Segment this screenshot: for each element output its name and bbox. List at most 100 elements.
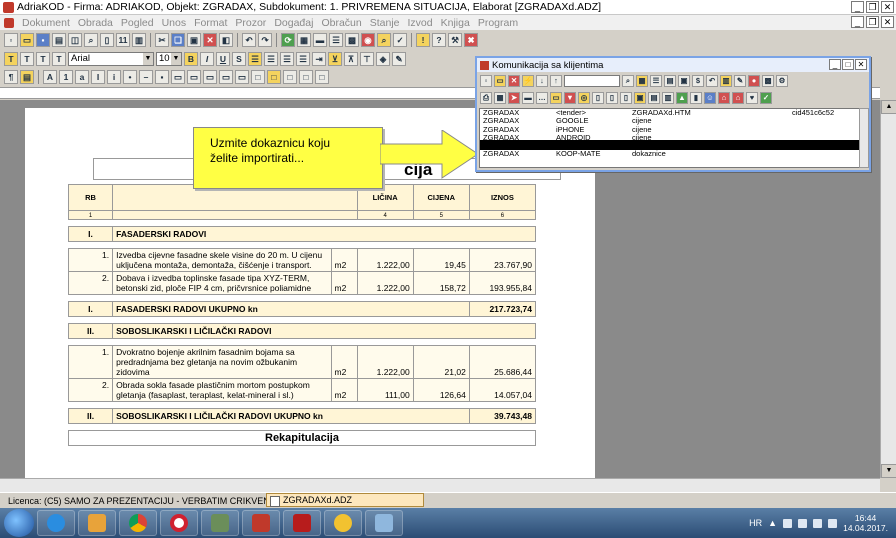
grid-icon[interactable]: ▦: [494, 91, 506, 104]
save-icon[interactable]: ▪: [36, 33, 50, 47]
table-row[interactable]: 2. Obrada sokla fasade plastičnim mortom…: [67, 378, 537, 402]
justify-icon[interactable]: ☰: [296, 52, 310, 66]
acrobat-task[interactable]: [283, 510, 321, 536]
grid-view-icon[interactable]: ▦: [636, 74, 648, 87]
panel-maximize-button[interactable]: □: [842, 59, 854, 70]
bullet-2-icon[interactable]: –: [139, 70, 153, 84]
bullet-3-icon[interactable]: ▪: [155, 70, 169, 84]
block-2-icon[interactable]: ▭: [187, 70, 201, 84]
font-name-select[interactable]: Arial ▼: [68, 52, 154, 66]
menu-knjiga[interactable]: Knjiga: [437, 17, 474, 29]
start-button[interactable]: [4, 509, 34, 537]
page-view-icon[interactable]: ▯: [100, 33, 114, 47]
speaker-icon[interactable]: [828, 518, 838, 528]
export-icon[interactable]: ▣: [678, 74, 690, 87]
scroll-down-icon[interactable]: ▼: [881, 464, 896, 478]
flag-icon[interactable]: [798, 518, 808, 528]
font-size-select[interactable]: 10 ▼: [156, 52, 182, 66]
sort-asc-icon[interactable]: ↓: [536, 74, 548, 87]
lightning-icon[interactable]: ⚡: [522, 74, 534, 87]
ie-task[interactable]: [37, 510, 75, 536]
record-icon[interactable]: ●: [748, 74, 760, 87]
horizontal-scrollbar[interactable]: [0, 478, 880, 492]
columns-icon[interactable]: ▥: [132, 33, 146, 47]
menu-izvod[interactable]: Izvod: [404, 17, 437, 29]
send-icon[interactable]: ➤: [508, 91, 520, 104]
indent-icon[interactable]: ⇥: [312, 52, 326, 66]
menu-dokument[interactable]: Dokument: [18, 17, 74, 29]
package-icon[interactable]: ▣: [634, 91, 646, 104]
menu-dogadaj[interactable]: Događaj: [270, 17, 317, 29]
opera-task[interactable]: [160, 510, 198, 536]
valign-middle-icon[interactable]: ⊼: [344, 52, 358, 66]
document-tab[interactable]: ZGRADAXd.ADZ: [266, 493, 424, 507]
list-item[interactable]: ZGRADAX <tender> ZGRADAXd.HTM cid451c6c5…: [480, 109, 860, 117]
table-icon[interactable]: ▦: [297, 33, 311, 47]
menu-prozor[interactable]: Prozor: [231, 17, 270, 29]
chrome-task[interactable]: [119, 510, 157, 536]
doc-close-button[interactable]: ✕: [881, 16, 894, 28]
redo-icon[interactable]: ↷: [258, 33, 272, 47]
align-right-icon[interactable]: ☰: [280, 52, 294, 66]
tray-arrow-icon[interactable]: ▲: [768, 518, 777, 528]
style-t4-button[interactable]: T: [52, 52, 66, 66]
tools-icon[interactable]: ⚒: [448, 33, 462, 47]
filter-icon[interactable]: ▼: [564, 91, 576, 104]
list-view-icon[interactable]: ☰: [650, 74, 662, 87]
exit-icon[interactable]: ✖: [464, 33, 478, 47]
building-icon[interactable]: ▮: [690, 91, 702, 104]
check-icon[interactable]: ✓: [760, 91, 772, 104]
table-row[interactable]: 2. Dobava i izvedba toplinske fasade tip…: [67, 271, 537, 295]
bold-button[interactable]: B: [184, 52, 198, 66]
border-2-icon[interactable]: □: [267, 70, 281, 84]
table-icon[interactable]: ▥: [720, 74, 732, 87]
binoculars-icon[interactable]: ⌕: [622, 74, 634, 87]
valign-bottom-icon[interactable]: ⊻: [328, 52, 342, 66]
menu-obrada[interactable]: Obrada: [74, 17, 117, 29]
list-item[interactable]: ZGRADAX GOOGLE cijene: [480, 116, 860, 125]
stats-icon[interactable]: ▥: [662, 91, 674, 104]
fill-color-icon[interactable]: ◈: [376, 52, 390, 66]
sort-desc-icon[interactable]: ↑: [550, 74, 562, 87]
settings-task[interactable]: [324, 510, 362, 536]
new-document-icon[interactable]: ▫: [4, 33, 18, 47]
restore-button[interactable]: ❐: [866, 1, 879, 13]
print-icon[interactable]: ▤: [664, 74, 676, 87]
open-folder-icon[interactable]: ▭: [20, 33, 34, 47]
house-icon[interactable]: ⌂: [718, 91, 730, 104]
house-2-icon[interactable]: ⌂: [732, 91, 744, 104]
table-row[interactable]: 1. Izvedba cijevne fasadne skele visine …: [67, 248, 537, 272]
list-item[interactable]: ZGRADAX iPHONE cijene: [480, 125, 860, 134]
selected-row-bar[interactable]: [480, 139, 860, 150]
media-task[interactable]: [78, 510, 116, 536]
section-total-row[interactable]: II. SOBOSLIKARSKI I LIČILAČKI RADOVI UKU…: [67, 408, 537, 424]
panel-title-bar[interactable]: Komunikacija sa klijentima _ □ ✕: [477, 58, 869, 72]
insert-row-icon[interactable]: ▬: [313, 33, 327, 47]
block-3-icon[interactable]: ▭: [203, 70, 217, 84]
list-style-1-icon[interactable]: 1: [59, 70, 73, 84]
import-icon[interactable]: ⎙: [480, 91, 492, 104]
menu-obracun[interactable]: Obračun: [317, 17, 365, 29]
bullet-icon[interactable]: •: [123, 70, 137, 84]
vertical-scrollbar[interactable]: ▲ ▼: [880, 100, 896, 478]
align-center-icon[interactable]: ☰: [264, 52, 278, 66]
help-icon[interactable]: ?: [432, 33, 446, 47]
menu-pogled[interactable]: Pogled: [117, 17, 158, 29]
calendar-icon[interactable]: ▩: [762, 74, 774, 87]
gear-icon[interactable]: ⚙: [776, 74, 788, 87]
calculator-icon[interactable]: ▤: [648, 91, 660, 104]
heart-icon[interactable]: ♥: [746, 91, 758, 104]
panel-close-button[interactable]: ✕: [855, 59, 867, 70]
menu-format[interactable]: Format: [190, 17, 231, 29]
list-style-i-icon[interactable]: i: [107, 70, 121, 84]
doc-3-icon[interactable]: ▯: [620, 91, 632, 104]
border-4-icon[interactable]: □: [299, 70, 313, 84]
zoom-icon[interactable]: ⌕: [84, 33, 98, 47]
numbering-icon[interactable]: ▤: [20, 70, 34, 84]
language-indicator[interactable]: HR: [749, 518, 762, 528]
underline-button[interactable]: U: [216, 52, 230, 66]
panel-search-input[interactable]: [564, 74, 620, 87]
section-total-row[interactable]: I. FASADERSKI RADOVI UKUPNO kn 217.723,7…: [67, 301, 537, 317]
section-heading-row[interactable]: II. SOBOSLIKARSKI I LIČILAČKI RADOVI: [67, 323, 536, 339]
highlight-icon[interactable]: ◉: [361, 33, 375, 47]
